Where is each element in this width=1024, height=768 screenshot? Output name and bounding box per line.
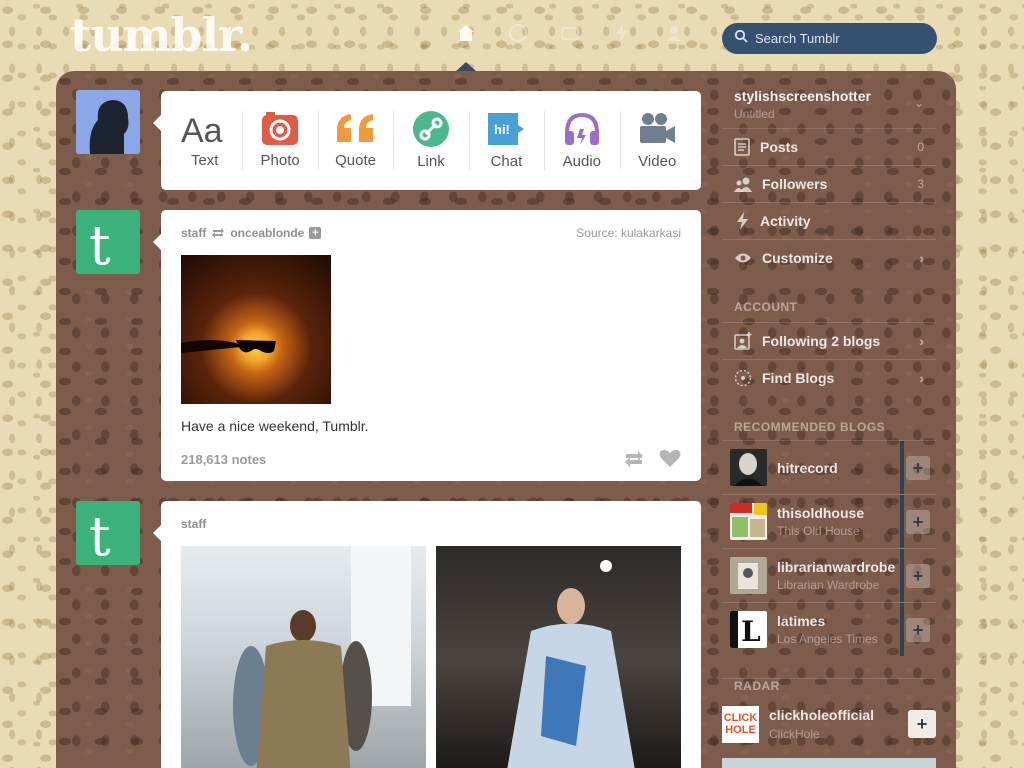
radar-blog-clickhole[interactable]: CLICK HOLE clickholeofficial ClickHole + [722, 702, 936, 746]
eye-icon [735, 253, 751, 263]
compose-text-button[interactable]: Aa Text [167, 91, 242, 190]
post-notes[interactable]: 218,613 notes [181, 452, 266, 467]
sidebar-item-customize[interactable]: Customize › [722, 239, 936, 276]
post-header: staff [181, 517, 206, 531]
account-icon[interactable] [663, 22, 685, 44]
follow-button[interactable]: + [906, 456, 930, 480]
svg-text:L: L [741, 615, 761, 648]
tumblr-logo[interactable]: tumblr. [70, 8, 253, 62]
reblogged-from[interactable]: onceablonde [230, 226, 304, 240]
explore-icon[interactable] [507, 22, 529, 44]
compose-quote-button[interactable]: Quote [317, 91, 393, 190]
followers-icon [734, 177, 752, 192]
sidebar-item-find-blogs[interactable]: Find Blogs › [722, 359, 936, 396]
chat-icon: hi! [488, 113, 525, 145]
blog-title: Untitled [734, 107, 775, 121]
like-heart-icon[interactable] [659, 449, 681, 468]
sidebar-item-activity[interactable]: Activity [722, 202, 936, 239]
compose-chat-button[interactable]: hi! Chat [468, 91, 544, 190]
headphones-icon [564, 112, 599, 145]
svg-text:hi!: hi! [494, 122, 510, 137]
follow-bar [900, 603, 904, 656]
follow-button[interactable]: + [908, 710, 936, 738]
svg-text:t: t [89, 214, 111, 274]
blog-avatar [730, 503, 767, 540]
follow-bar [900, 549, 904, 602]
link-icon [412, 111, 449, 147]
follow-plus-icon[interactable]: + [309, 227, 322, 239]
reblog-icon [212, 228, 225, 238]
radar-text: clickholeofficial ClickHole [769, 707, 875, 741]
recommended-blog-librarianwardrobe[interactable]: librarianwardrobe Librarian Wardrobe + [722, 548, 936, 602]
recommended-heading: RECOMMENDED BLOGS [734, 420, 886, 434]
quote-icon [336, 114, 373, 142]
post-caption: Have a nice weekend, Tumblr. [181, 418, 369, 434]
post-card: staff [153, 501, 701, 768]
post-photo[interactable] [181, 255, 331, 404]
svg-text:t: t [89, 505, 111, 565]
follow-button[interactable]: + [906, 618, 930, 642]
recommended-blog-thisoldhouse[interactable]: thisoldhouse This Old House + [722, 494, 936, 548]
follow-button[interactable]: + [906, 510, 930, 534]
compose-audio-button[interactable]: Audio [544, 91, 619, 190]
recommended-blog-hitrecord[interactable]: hitrecord + [722, 440, 936, 494]
staff-avatar[interactable]: t [76, 210, 140, 274]
compose-photo-button[interactable]: Photo [242, 91, 317, 190]
chevron-right-icon: › [919, 333, 924, 349]
sidebar-item-followers[interactable]: Followers 3 [722, 165, 936, 202]
blog-name: stylishscreenshotter [734, 88, 871, 104]
staff-avatar[interactable]: t [76, 501, 140, 565]
home-icon[interactable] [455, 22, 477, 44]
following-icon [734, 332, 752, 350]
clickhole-logo: CLICK HOLE [722, 705, 759, 743]
sidebar-item-following[interactable]: Following 2 blogs › [722, 322, 936, 359]
compose-video-button[interactable]: Video [619, 91, 695, 190]
post-composer: Aa Text Photo Quote Link hi! Chat Audio … [153, 91, 701, 190]
blog-avatar [730, 557, 767, 594]
inbox-icon[interactable] [559, 22, 581, 44]
follow-bar [900, 441, 904, 494]
user-avatar[interactable] [76, 90, 140, 154]
blog-switcher[interactable]: stylishscreenshotter Untitled ⌄ [722, 80, 936, 128]
follow-button[interactable]: + [906, 564, 930, 588]
post-header: staff onceablonde + [181, 226, 322, 240]
compose-link-button[interactable]: Link [393, 91, 468, 190]
chevron-right-icon: › [919, 370, 924, 386]
svg-text:Aa: Aa [181, 112, 223, 146]
search-input[interactable] [755, 31, 925, 46]
blog-avatar: L [730, 611, 767, 648]
chevron-down-icon: ⌄ [913, 96, 924, 110]
radar-heading: RADAR [722, 678, 936, 698]
sidebar-item-posts[interactable]: Posts 0 [722, 128, 936, 165]
account-heading: ACCOUNT [734, 300, 798, 314]
follow-bar [900, 495, 904, 548]
text-icon: Aa [181, 112, 223, 146]
reblog-button-icon[interactable] [623, 450, 645, 468]
activity-nav-icon[interactable] [611, 22, 633, 44]
video-camera-icon [640, 113, 676, 143]
chevron-right-icon: › [919, 250, 924, 266]
search-icon [734, 29, 748, 48]
blog-avatar [730, 449, 767, 486]
post-photo[interactable] [436, 546, 681, 768]
radar-image[interactable] [722, 758, 936, 768]
posts-icon [734, 138, 750, 156]
post-photo[interactable] [181, 546, 426, 768]
compass-icon [734, 369, 752, 387]
followers-count: 3 [917, 177, 924, 191]
post-author[interactable]: staff [181, 226, 206, 240]
sidebar: stylishscreenshotter Untitled ⌄ Posts 0 … [722, 80, 936, 768]
posts-count: 0 [917, 140, 924, 154]
top-nav [455, 22, 685, 44]
post-author[interactable]: staff [181, 517, 206, 531]
lightning-icon [737, 212, 748, 230]
camera-icon [262, 112, 299, 145]
search-bar[interactable] [722, 23, 937, 54]
post-source[interactable]: Source: kulakarkasi [576, 226, 681, 240]
recommended-blog-latimes[interactable]: L latimes Los Angeles Times + [722, 602, 936, 656]
post-card: staff onceablonde + Source: kulakarkasi … [153, 210, 701, 481]
